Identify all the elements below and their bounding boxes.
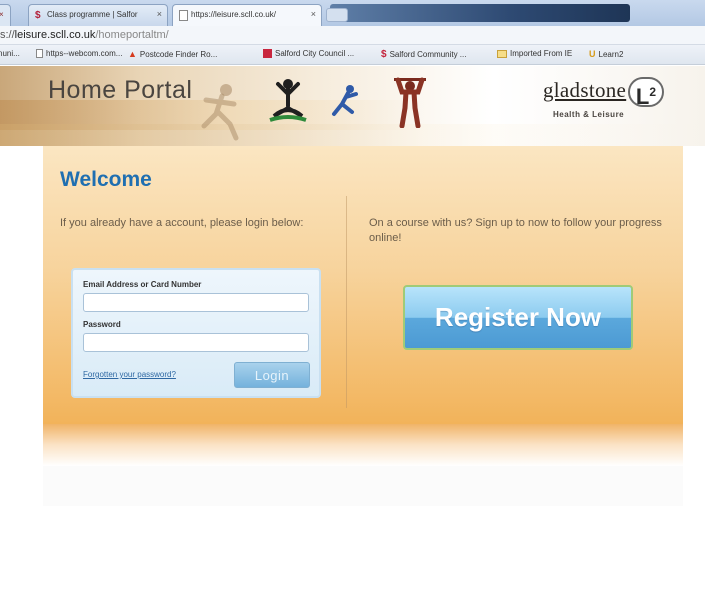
bookmark-item[interactable]: Salford City Council ...: [263, 49, 354, 58]
logo-badge-letter: L: [635, 84, 650, 109]
u-favicon-icon: U: [589, 49, 596, 59]
bookmarks-bar: nuni... https--webcom.com... ▲ Postcode …: [0, 45, 705, 65]
welcome-panel: Welcome If you already have a account, p…: [43, 146, 683, 424]
bookmark-item[interactable]: https--webcom.com...: [36, 49, 122, 58]
welcome-heading: Welcome: [60, 168, 152, 191]
url-path: /homeportaltm/: [95, 29, 169, 41]
register-now-button[interactable]: Register Now: [403, 285, 633, 350]
folder-icon: [497, 49, 507, 58]
browser-tab-strip: × $ Class programme | Salfor × https://l…: [0, 0, 705, 26]
url-prefix: s://: [0, 29, 15, 41]
panel-bottom-fade: [43, 424, 683, 466]
s-favicon-icon: $: [381, 49, 387, 60]
bookmark-item[interactable]: ▲ Postcode Finder Ro...: [128, 49, 217, 59]
bookmark-label: nuni...: [0, 49, 20, 58]
password-field[interactable]: [83, 333, 309, 352]
panel-divider: [346, 196, 347, 408]
tab-label: https://leisure.scll.co.uk/: [191, 10, 276, 19]
tab-close-icon[interactable]: ×: [311, 9, 316, 19]
s-favicon-icon: $: [35, 10, 41, 21]
new-tab-button[interactable]: [326, 8, 348, 22]
page-title: Home Portal: [48, 76, 193, 104]
forgot-password-link[interactable]: Forgotten your password?: [83, 370, 176, 379]
fitness-figure-icon: [332, 85, 358, 116]
bookmark-label: Learn2: [598, 49, 624, 59]
url-text[interactable]: s://leisure.scll.co.uk/homeportaltm/: [0, 29, 169, 41]
email-field[interactable]: [83, 293, 309, 312]
header-decoration: [0, 124, 705, 146]
bookmark-item[interactable]: nuni...: [0, 49, 20, 58]
tab-close-icon[interactable]: ×: [157, 9, 162, 19]
page-icon: [36, 49, 43, 58]
weightlifter-figure-icon: [394, 77, 426, 128]
url-domain: leisure.scll.co.uk: [14, 29, 96, 41]
red-square-icon: [263, 49, 272, 58]
page-icon: [179, 10, 188, 21]
login-button[interactable]: Login: [234, 362, 310, 388]
tab-partial[interactable]: ×: [0, 4, 11, 26]
bookmark-item[interactable]: $ Salford Community ...: [381, 49, 466, 60]
bookmark-label: https--webcom.com...: [46, 49, 123, 58]
bookmark-item[interactable]: U Learn2: [589, 49, 623, 59]
bookmark-label: Postcode Finder Ro...: [139, 49, 218, 59]
tab-label: Class programme | Salfor: [47, 10, 138, 19]
runner-figure-icon: [201, 84, 239, 141]
tab-leisure-active[interactable]: https://leisure.scll.co.uk/ ×: [172, 4, 322, 26]
gladstone-logo: gladstone: [543, 78, 627, 102]
bookmark-item[interactable]: Imported From IE: [497, 49, 572, 58]
login-intro-text: If you already have a account, please lo…: [60, 217, 304, 229]
portal-header: Home Portal gladstone L2 Health & Leisur…: [0, 66, 705, 146]
tab-class-programme[interactable]: $ Class programme | Salfor ×: [28, 4, 168, 26]
bookmark-label: Imported From IE: [510, 49, 573, 58]
content-footer-area: [43, 466, 683, 506]
red-pin-icon: ▲: [128, 49, 137, 59]
bookmark-label: Salford City Council ...: [275, 49, 355, 58]
logo-badge-sup: 2: [649, 85, 657, 99]
password-label: Password: [83, 320, 121, 329]
l2-logo-badge: L2: [628, 77, 664, 109]
tab-partial-label: ×: [0, 10, 4, 19]
register-intro-text: On a course with us? Sign up to now to f…: [369, 217, 662, 244]
logo-tagline: Health & Leisure: [553, 110, 625, 119]
login-form: Email Address or Card Number Password Fo…: [71, 268, 321, 398]
yoga-figure-icon: [269, 79, 307, 122]
bookmark-label: Salford Community ...: [389, 50, 467, 59]
email-label: Email Address or Card Number: [83, 280, 202, 289]
address-bar[interactable]: s://leisure.scll.co.uk/homeportaltm/: [0, 26, 705, 45]
tab-strip-background: [330, 4, 630, 22]
